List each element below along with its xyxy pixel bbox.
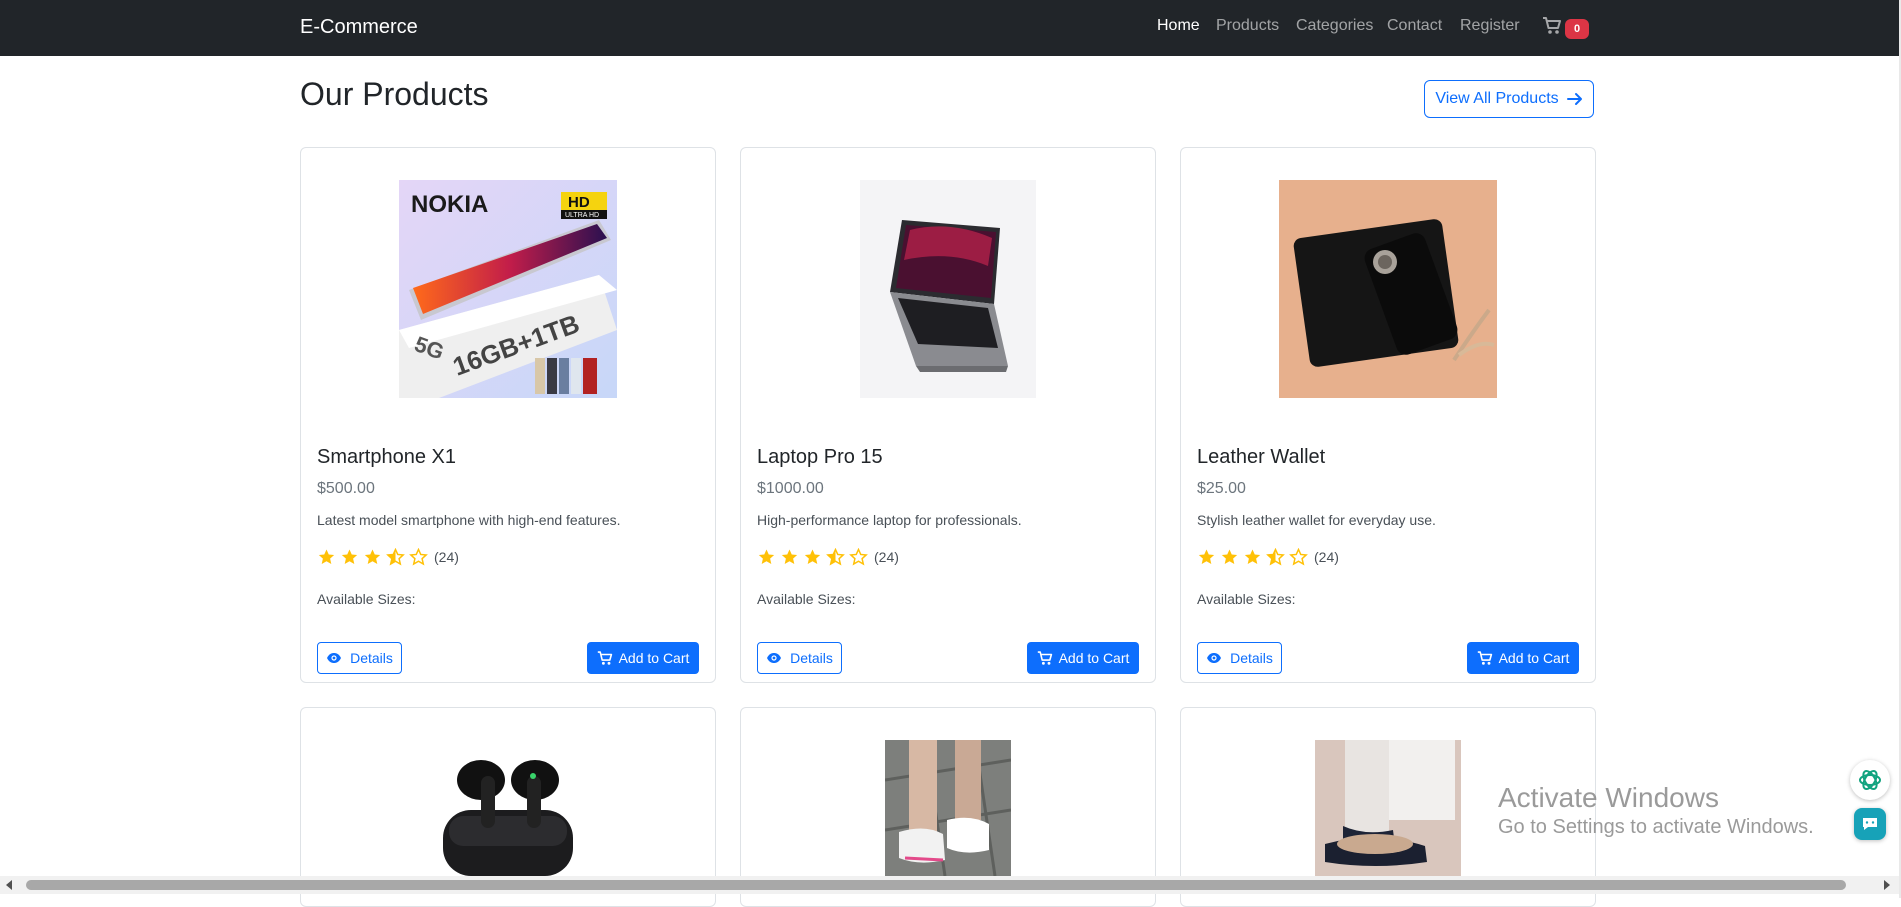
cart-icon (1477, 650, 1492, 665)
details-button[interactable]: Details (757, 642, 842, 674)
star-full-icon (781, 549, 798, 564)
navbar: E-Commerce Home Products Categories Cont… (0, 0, 1899, 56)
product-card: NOKIA HD ULTRA HD 16GB+1TB 5G Smartphone… (300, 147, 716, 683)
star-full-icon (758, 549, 775, 564)
product-card: Laptop Pro 15 $1000.00 High-performance … (740, 147, 1156, 683)
product-image-smartphone: NOKIA HD ULTRA HD 16GB+1TB 5G (301, 180, 715, 398)
rating-count: (24) (874, 549, 899, 565)
add-to-cart-label: Add to Cart (1498, 650, 1570, 666)
rating-count: (24) (434, 549, 459, 565)
product-rating: (24) (1197, 548, 1339, 566)
star-full-icon (318, 549, 335, 564)
image-brand-text: NOKIA (411, 191, 488, 218)
image-badge-sub-text: ULTRA HD (565, 212, 599, 219)
star-empty-icon (409, 548, 428, 566)
side-widget (1846, 758, 1898, 858)
product-price: $1000.00 (757, 480, 824, 497)
details-label: Details (350, 650, 393, 666)
activate-windows-watermark: Activate Windows Go to Settings to activ… (1498, 782, 1814, 839)
add-to-cart-button[interactable]: Add to Cart (587, 642, 699, 674)
scroll-right-icon[interactable] (1884, 880, 1890, 890)
horizontal-scrollbar[interactable] (0, 876, 1899, 894)
details-button[interactable]: Details (317, 642, 402, 674)
nav-categories[interactable]: Categories (1296, 17, 1373, 35)
ai-assistant-icon[interactable] (1850, 760, 1890, 800)
arrow-right-icon (1566, 93, 1582, 105)
image-badge-text: HD (568, 194, 590, 211)
product-price: $500.00 (317, 480, 375, 497)
star-full-icon (1244, 549, 1261, 564)
eye-icon (327, 653, 342, 663)
star-half-icon (386, 548, 405, 566)
available-sizes-label: Available Sizes: (1197, 591, 1296, 607)
product-image-wallet (1181, 180, 1595, 398)
star-half-icon (1266, 548, 1285, 566)
star-full-icon (341, 549, 358, 564)
nav-register[interactable]: Register (1460, 17, 1520, 35)
product-description: Latest model smartphone with high-end fe… (317, 512, 621, 528)
star-full-icon (1198, 549, 1215, 564)
view-all-products-button[interactable]: View All Products (1424, 80, 1594, 118)
product-image-earbuds (301, 740, 715, 876)
product-image-sneakers (741, 740, 1155, 876)
star-empty-icon (849, 548, 868, 566)
available-sizes-label: Available Sizes: (757, 591, 856, 607)
add-to-cart-label: Add to Cart (618, 650, 690, 666)
cart-count-badge: 0 (1565, 19, 1589, 39)
activate-windows-title: Activate Windows (1498, 782, 1719, 813)
cart-icon (597, 650, 612, 665)
add-to-cart-label: Add to Cart (1058, 650, 1130, 666)
product-description: Stylish leather wallet for everyday use. (1197, 512, 1436, 528)
product-card: Leather Wallet $25.00 Stylish leather wa… (1180, 147, 1596, 683)
rating-count: (24) (1314, 549, 1339, 565)
eye-icon (1207, 653, 1222, 663)
star-half-icon (826, 548, 845, 566)
nav-home[interactable]: Home (1157, 17, 1200, 35)
product-price: $25.00 (1197, 480, 1246, 497)
product-rating: (24) (317, 548, 459, 566)
add-to-cart-button[interactable]: Add to Cart (1027, 642, 1139, 674)
star-empty-icon (1289, 548, 1308, 566)
product-image-laptop (741, 180, 1155, 398)
scrollbar-thumb[interactable] (26, 880, 1846, 890)
product-name: Smartphone X1 (317, 446, 456, 468)
brand-logo[interactable]: E-Commerce (300, 16, 418, 39)
product-description: High-performance laptop for professional… (757, 512, 1022, 528)
cart-icon[interactable] (1542, 17, 1562, 40)
star-full-icon (1221, 549, 1238, 564)
star-full-icon (364, 549, 381, 564)
details-label: Details (790, 650, 833, 666)
chat-icon[interactable] (1854, 808, 1886, 840)
product-name: Leather Wallet (1197, 446, 1326, 468)
view-all-label: View All Products (1435, 90, 1559, 107)
product-rating: (24) (757, 548, 899, 566)
available-sizes-label: Available Sizes: (317, 591, 416, 607)
eye-icon (767, 653, 782, 663)
nav-contact[interactable]: Contact (1387, 17, 1442, 35)
add-to-cart-button[interactable]: Add to Cart (1467, 642, 1579, 674)
nav-products[interactable]: Products (1216, 17, 1279, 35)
star-full-icon (804, 549, 821, 564)
details-label: Details (1230, 650, 1273, 666)
details-button[interactable]: Details (1197, 642, 1282, 674)
page-title: Our Products (300, 76, 489, 112)
cart-icon (1037, 650, 1052, 665)
product-name: Laptop Pro 15 (757, 446, 883, 468)
scroll-left-icon[interactable] (6, 880, 12, 890)
activate-windows-subtitle: Go to Settings to activate Windows. (1498, 816, 1814, 838)
